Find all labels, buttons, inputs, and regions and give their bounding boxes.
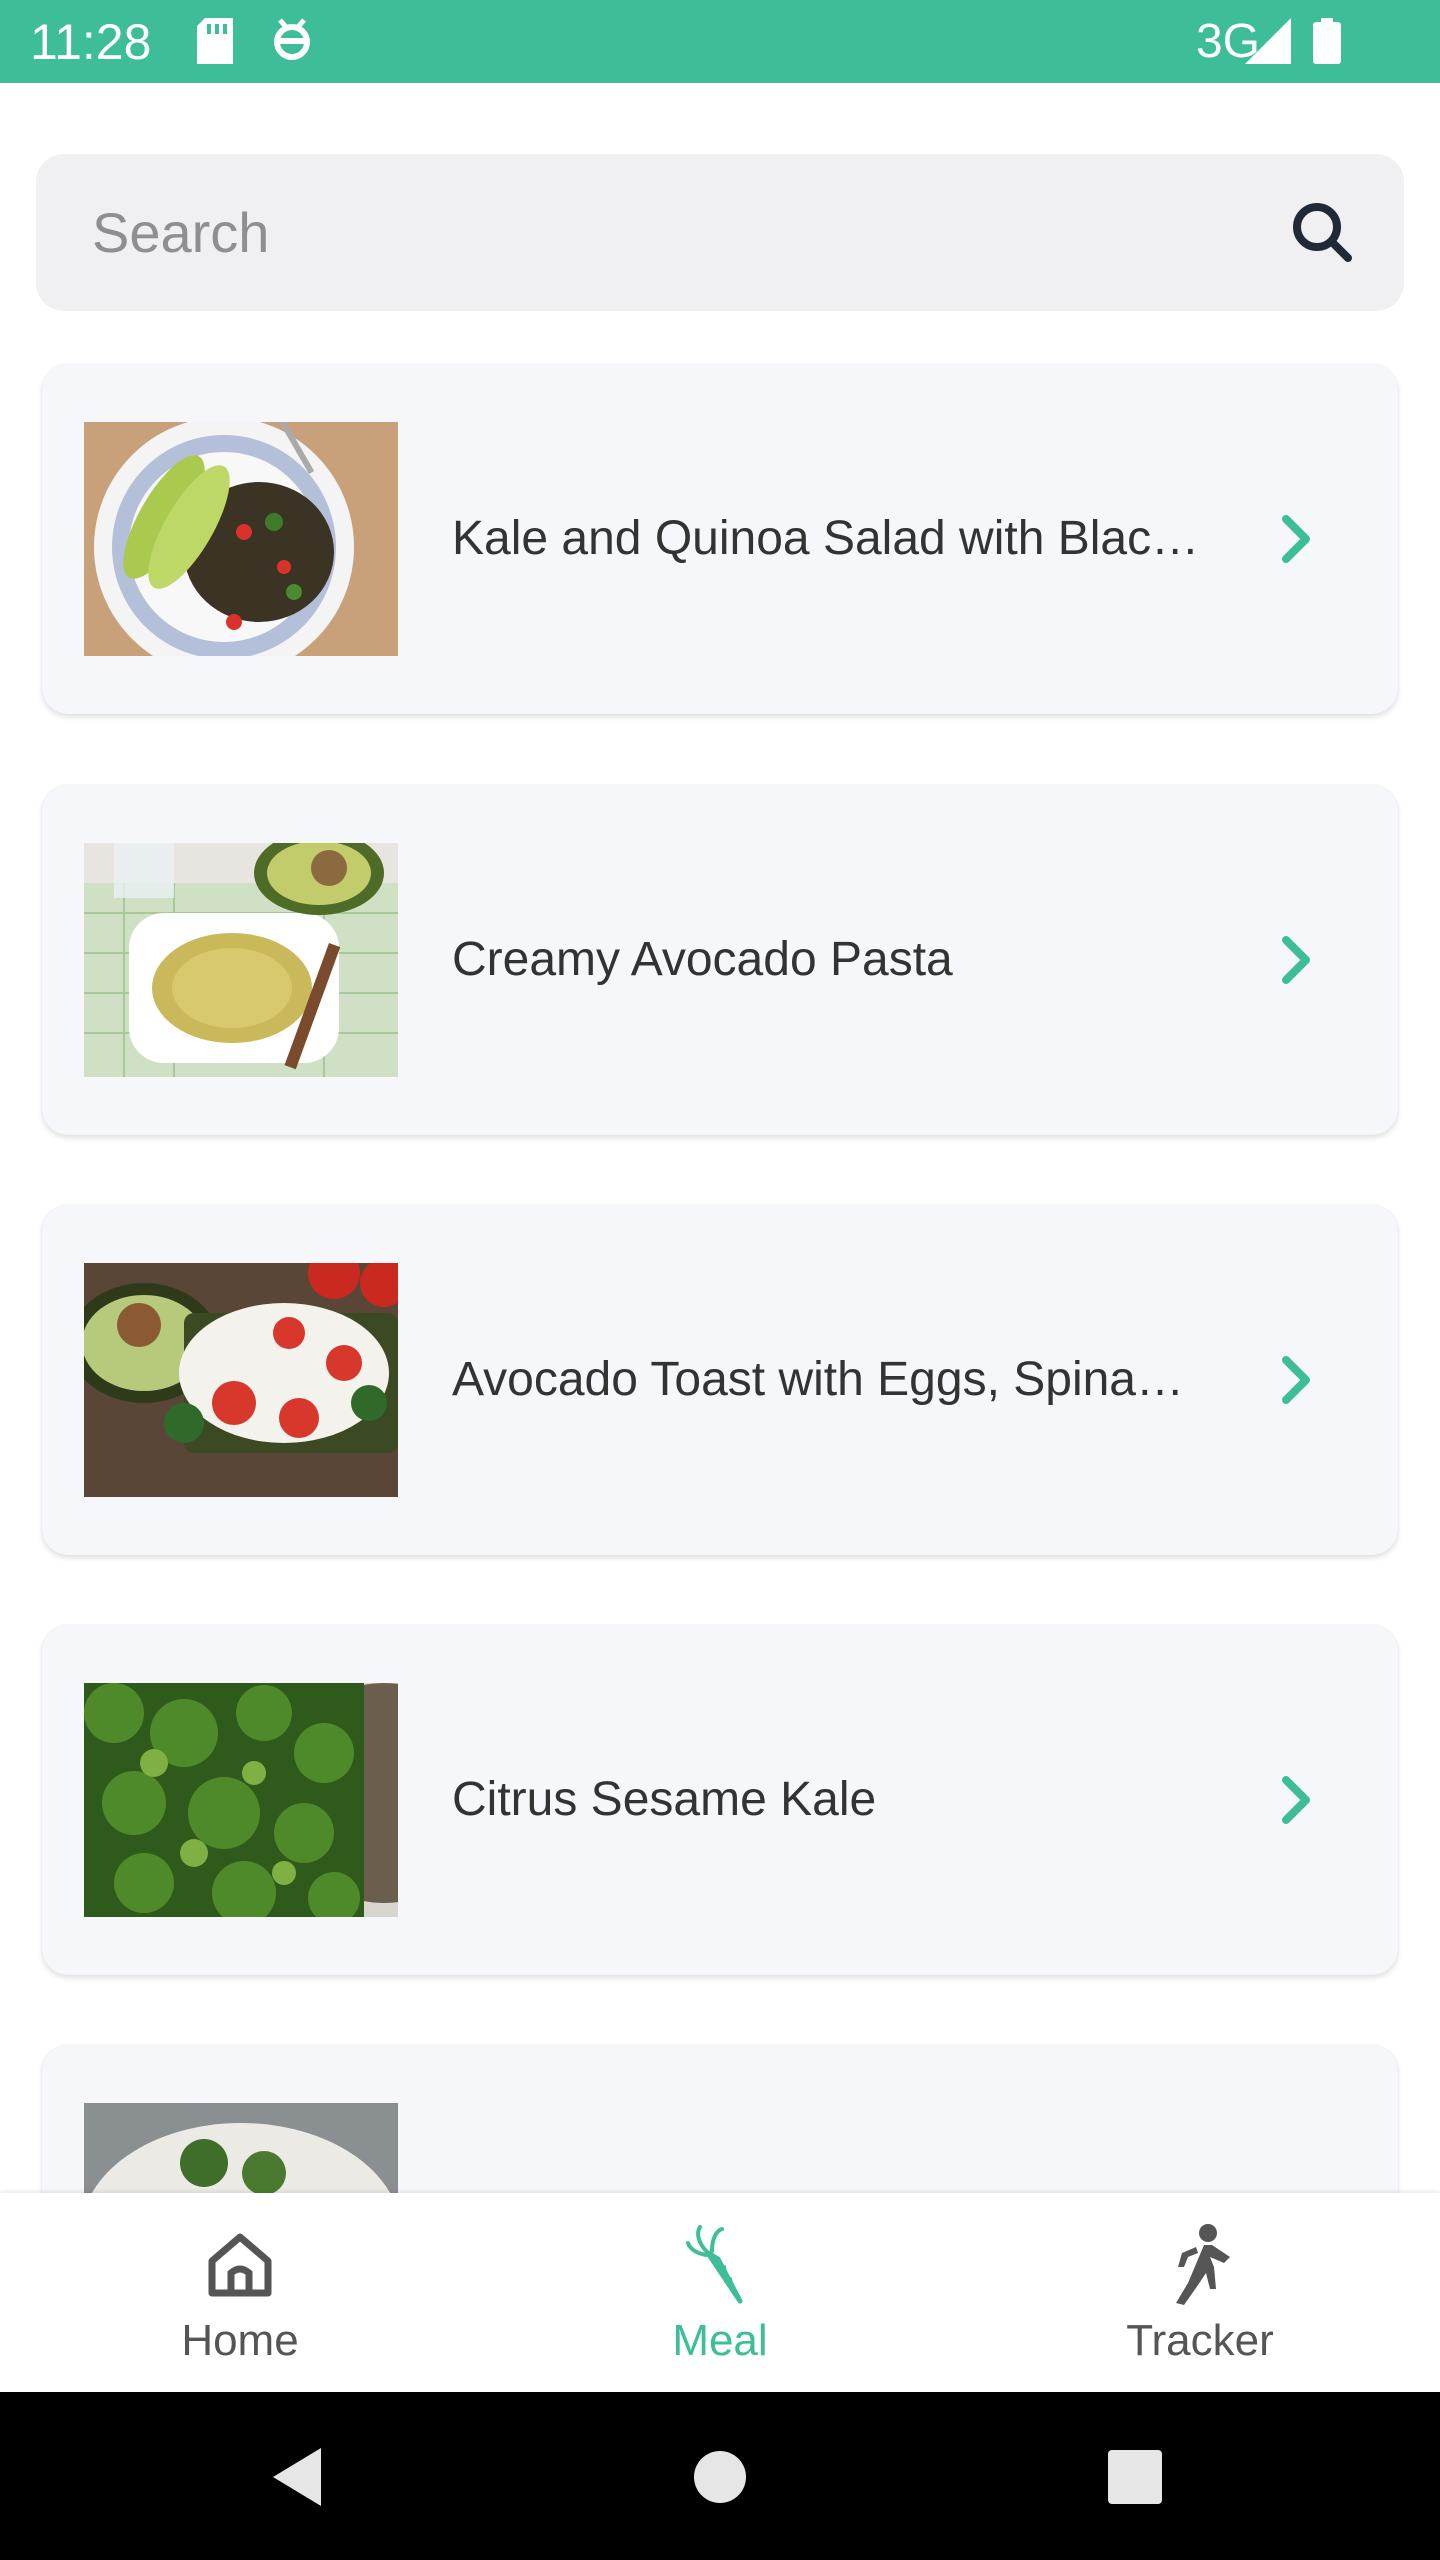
- chevron-right-icon: [1282, 1356, 1310, 1404]
- meal-card[interactable]: Citrus Sesame Kale: [42, 1625, 1398, 1975]
- meal-card[interactable]: Kale and Quinoa Salad with Blac…: [42, 364, 1398, 714]
- chevron-right-icon: [1282, 936, 1310, 984]
- carrot-icon: [686, 2225, 743, 2304]
- search-icon[interactable]: [1290, 200, 1354, 264]
- meal-title: Kale and Quinoa Salad with Blac…: [452, 512, 1200, 565]
- meal-card[interactable]: Avocado Toast with Eggs, Spina…: [42, 1205, 1398, 1555]
- back-icon[interactable]: [265, 2442, 335, 2512]
- search-bar[interactable]: Search: [36, 154, 1404, 311]
- nav-label-meal: Meal: [672, 2316, 768, 2365]
- home-icon: [208, 2233, 272, 2297]
- chevron-right-icon: [1282, 515, 1310, 563]
- search-input[interactable]: Search: [92, 154, 269, 311]
- bottom-nav: Home Meal Tracker: [0, 2193, 1440, 2392]
- system-nav-bar: [0, 2392, 1440, 2560]
- runner-icon: [1176, 2224, 1230, 2305]
- nav-item-meal[interactable]: Meal: [480, 2193, 960, 2392]
- meal-list: Kale and Quinoa Salad with Blac… Creamy …: [0, 0, 1440, 2193]
- meal-card[interactable]: Creamy Avocado Pasta: [42, 785, 1398, 1135]
- meal-image: [84, 843, 398, 1077]
- meal-image: [84, 1263, 398, 1497]
- nav-item-home[interactable]: Home: [0, 2193, 480, 2392]
- chevron-right-icon: [1282, 1776, 1310, 1824]
- home-button-icon[interactable]: [685, 2442, 755, 2512]
- nav-label-home: Home: [181, 2316, 299, 2365]
- meal-title: Avocado Toast with Eggs, Spina…: [452, 1353, 1184, 1406]
- nav-label-tracker: Tracker: [1126, 2316, 1274, 2365]
- meal-image: [84, 2103, 398, 2193]
- meal-card[interactable]: [42, 2045, 1398, 2193]
- recents-icon[interactable]: [1100, 2442, 1170, 2512]
- meal-title: Citrus Sesame Kale: [452, 1773, 877, 1826]
- meal-image: [84, 422, 398, 656]
- meal-image: [84, 1683, 398, 1917]
- meal-title: Creamy Avocado Pasta: [452, 933, 953, 986]
- nav-item-tracker[interactable]: Tracker: [960, 2193, 1440, 2392]
